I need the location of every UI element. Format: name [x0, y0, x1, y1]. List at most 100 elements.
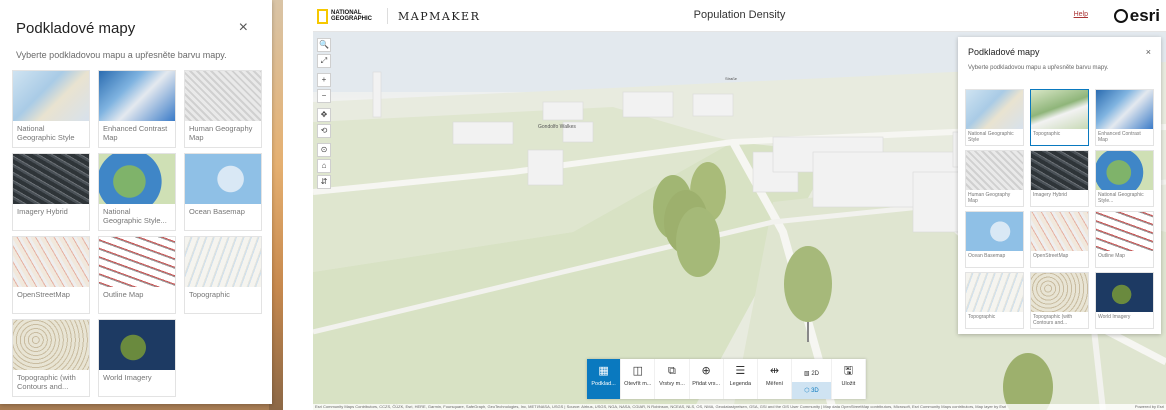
compass-icon[interactable]: ⊙	[317, 143, 331, 157]
mapmaker-app: NATIONAL GEOGRAPHIC MAPMAKER Population …	[313, 0, 1166, 410]
basemap-card[interactable]: Topographic	[184, 236, 262, 314]
panel-title: Podkladové mapy	[16, 19, 136, 37]
ng-wordmark: NATIONAL GEOGRAPHIC	[331, 10, 373, 22]
cube-icon: ⬡	[804, 388, 812, 394]
rotate-icon[interactable]: ⟲	[317, 124, 331, 138]
basemap-thumbnail	[185, 237, 261, 287]
basemap-card-label: Human Geography Map	[968, 192, 1011, 204]
layers-button[interactable]: ⧉ Vrstvy m...	[655, 359, 690, 399]
basemap-card[interactable]: Human Geography Map	[184, 70, 262, 148]
basemap-card[interactable]: Enhanced Contrast Map	[98, 70, 176, 148]
add-layer-button[interactable]: ⊕ Přidat vrs...	[690, 359, 724, 399]
zoom-out-icon[interactable]: −	[317, 89, 331, 103]
basemap-card-label: Outline Map	[1098, 253, 1125, 259]
attribution: Esri Community Maps Contributors, CCZS, …	[313, 404, 1166, 410]
basemap-card[interactable]: Outline Map	[1095, 211, 1154, 268]
basemap-card-label: OpenStreetMap	[1033, 253, 1069, 259]
basemap-button[interactable]: ▦ Podklad...	[587, 359, 622, 399]
panel-description: Vyberte podkladovou mapu a upřesněte bar…	[16, 50, 227, 60]
fullscreen-icon[interactable]: ⤢	[317, 54, 331, 68]
powered-by: Powered by Esri	[1134, 404, 1164, 409]
save-button[interactable]: 🖫 Uložit	[832, 359, 867, 399]
top-bar: NATIONAL GEOGRAPHIC MAPMAKER Population …	[313, 0, 1166, 32]
scene-label-b: Straße	[725, 76, 738, 81]
basemap-thumbnail	[185, 154, 261, 204]
open-icon: ◫	[632, 365, 643, 377]
basemap-thumbnail	[99, 237, 175, 287]
basemap-card[interactable]: National Geographic Style...	[1095, 150, 1154, 207]
mode-2d-button[interactable]: ▧ 2D	[792, 365, 831, 382]
basemap-thumbnail	[13, 71, 89, 121]
basemap-card-label: Imagery Hybrid	[17, 207, 68, 216]
basemap-card[interactable]: National Geographic Style	[965, 89, 1024, 146]
home-icon[interactable]: ⌂	[317, 159, 331, 173]
close-icon[interactable]: ×	[239, 19, 256, 37]
basemap-card-label: Outline Map	[103, 290, 144, 299]
tilt-icon[interactable]: ⇵	[317, 175, 331, 189]
basemap-card[interactable]: Ocean Basemap	[965, 211, 1024, 268]
basemap-thumbnail	[185, 71, 261, 121]
basemap-thumbnail	[1031, 273, 1088, 312]
basemap-card-label: World Imagery	[1098, 314, 1131, 320]
zoom-in-icon[interactable]: +	[317, 73, 331, 87]
basemap-card-label: Ocean Basemap	[968, 253, 1006, 259]
basemap-thumbnail	[1096, 212, 1153, 251]
ruler-icon: ⇹	[769, 365, 780, 377]
basemap-card-label: Topographic	[1033, 131, 1061, 137]
basemap-thumbnail	[99, 71, 175, 121]
map-icon: ▧	[803, 371, 812, 377]
basemap-thumbnail	[1031, 151, 1088, 190]
globe-icon	[1113, 9, 1128, 23]
close-icon[interactable]: ×	[1146, 47, 1151, 57]
basemap-panel: Podkladové mapy × Vyberte podkladovou ma…	[958, 37, 1161, 334]
basemap-thumbnail	[1096, 90, 1153, 129]
basemap-card[interactable]: World Imagery	[98, 319, 176, 397]
basemap-card-label: National Geographic Style	[17, 124, 75, 143]
basemap-card[interactable]: National Geographic Style...	[98, 153, 176, 231]
basemap-card-label: OpenStreetMap	[17, 290, 70, 299]
basemap-card[interactable]: OpenStreetMap	[12, 236, 90, 314]
basemap-thumbnail	[966, 90, 1023, 129]
basemap-card[interactable]: Ocean Basemap	[184, 153, 262, 231]
help-link[interactable]: Help	[1074, 11, 1088, 18]
basemap-card[interactable]: Topographic (with Contours and...	[12, 319, 90, 397]
basemap-card[interactable]: Topographic	[1030, 89, 1089, 146]
add-icon: ⊕	[701, 365, 711, 377]
legend-button[interactable]: ☰ Legenda	[724, 359, 758, 399]
basemap-thumbnail	[13, 320, 89, 370]
basemap-card-label: Ocean Basemap	[189, 207, 245, 216]
basemap-card[interactable]: World Imagery	[1095, 272, 1154, 329]
basemap-card[interactable]: Imagery Hybrid	[12, 153, 90, 231]
basemap-card-label: Human Geography Map	[189, 124, 253, 143]
basemap-thumbnail	[1031, 90, 1088, 129]
basemap-card[interactable]: Topographic	[965, 272, 1024, 329]
basemap-panel-zoomed: Podkladové mapy × Vyberte podkladovou ma…	[0, 0, 272, 404]
panel-description: Vyberte podkladovou mapu a upřesněte bar…	[968, 65, 1109, 71]
basemap-card-label: National Geographic Style	[968, 131, 1014, 143]
pan-icon[interactable]: ✥	[317, 108, 331, 122]
basemap-card[interactable]: Human Geography Map	[965, 150, 1024, 207]
basemap-thumbnail	[99, 154, 175, 204]
basemap-card[interactable]: Topographic (with Contours and...	[1030, 272, 1089, 329]
view-mode-toggle: ▧ 2D ⬡ 3D	[792, 359, 832, 399]
basemap-card[interactable]: Imagery Hybrid	[1030, 150, 1089, 207]
navigation-tools: 🔍 ⤢ + − ✥ ⟲ ⊙ ⌂ ⇵	[317, 38, 331, 191]
basemap-thumbnail	[99, 320, 175, 370]
panel-title: Podkladové mapy	[968, 47, 1040, 57]
esri-logo: esri	[1113, 6, 1160, 26]
basemap-card-label: National Geographic Style...	[1098, 192, 1144, 204]
open-map-button[interactable]: ◫ Otevřít m...	[621, 359, 656, 399]
basemap-card[interactable]: National Geographic Style	[12, 70, 90, 148]
app-name: MAPMAKER	[398, 9, 481, 23]
basemap-thumbnail	[1096, 273, 1153, 312]
search-icon[interactable]: 🔍	[317, 38, 331, 52]
basemap-card[interactable]: Enhanced Contrast Map	[1095, 89, 1154, 146]
measure-button[interactable]: ⇹ Měření	[758, 359, 793, 399]
basemap-card[interactable]: OpenStreetMap	[1030, 211, 1089, 268]
ng-yellow-frame-icon	[317, 8, 328, 24]
3d-scene-view[interactable]: Gondolfo Walkes Straße 🔍 ⤢ + − ✥ ⟲ ⊙ ⌂ ⇵ Podklad…	[313, 32, 1166, 410]
basemap-thumbnail	[13, 237, 89, 287]
mode-3d-button[interactable]: ⬡ 3D	[792, 382, 831, 399]
basemap-card-label: Topographic (with Contours and...	[1033, 314, 1073, 326]
basemap-card[interactable]: Outline Map	[98, 236, 176, 314]
